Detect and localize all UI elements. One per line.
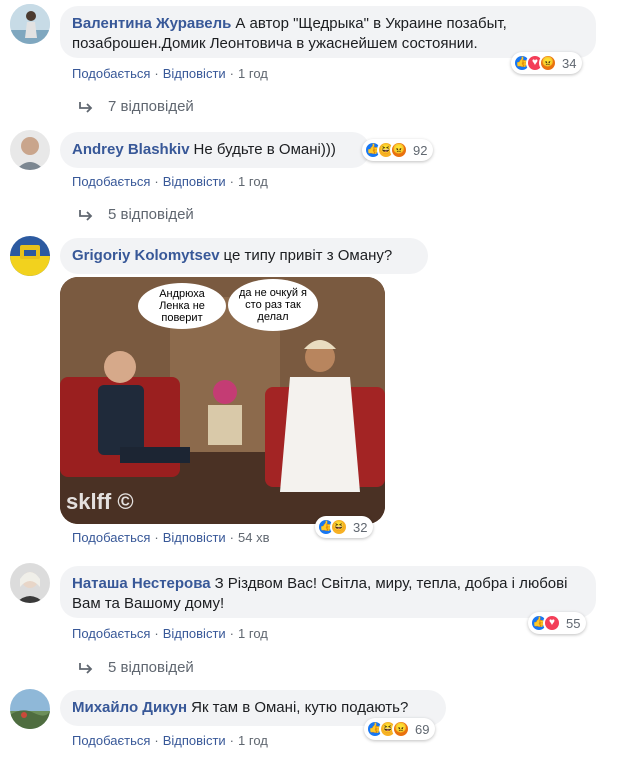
reply-arrow-icon [79, 209, 93, 221]
angry-reaction-icon: 😠 [539, 54, 557, 72]
meme-speech-bubble-left: Андрюха Ленка не поверит [138, 283, 226, 329]
comment-author[interactable]: Наташа Нестерова [72, 575, 211, 592]
reply-arrow-icon [79, 101, 93, 113]
meme-image[interactable]: Андрюха Ленка не поверит да не очкуй я с… [60, 277, 385, 524]
comment-time[interactable]: 1 год [238, 66, 268, 81]
reaction-count: 92 [413, 142, 428, 158]
reaction-count: 55 [566, 615, 581, 631]
reaction-count: 34 [562, 55, 577, 71]
like-link[interactable]: Подобається [72, 530, 150, 545]
comment-time[interactable]: 1 год [238, 733, 268, 748]
reaction-summary[interactable]: 👍 😆 😠 69 [364, 718, 436, 740]
comment-author[interactable]: Валентина Журавель [72, 15, 231, 32]
reply-link[interactable]: Відповісти [163, 733, 226, 748]
comment-bubble: Наташа Нестерова З Різдвом Вас! Світла, м… [60, 566, 596, 618]
comment-author[interactable]: Михайло Дикун [72, 699, 187, 716]
reaction-summary[interactable]: 👍 ♥ 😠 34 [511, 52, 583, 74]
reaction-summary[interactable]: 👍 😆 😠 92 [362, 139, 434, 161]
comment-time[interactable]: 54 хв [238, 530, 269, 545]
avatar[interactable] [10, 4, 50, 44]
reply-arrow-icon [79, 662, 93, 674]
comment-actions: Подобається · Відповісти · 1 год [72, 174, 268, 189]
reply-link[interactable]: Відповісти [163, 530, 226, 545]
angry-reaction-icon: 😠 [392, 720, 410, 738]
reply-link[interactable]: Відповісти [163, 626, 226, 641]
comment-author[interactable]: Grigoriy Kolomytsev [72, 247, 220, 264]
love-reaction-icon: ♥ [543, 614, 561, 632]
like-link[interactable]: Подобається [72, 174, 150, 189]
meme-speech-bubble-right: да не очкуй я сто раз так делал [228, 279, 318, 331]
reply-link[interactable]: Відповісти [163, 174, 226, 189]
comment-actions: Подобається · Відповісти · 54 хв [72, 530, 270, 545]
comment-text: це типу привіт з Оману? [223, 247, 393, 264]
comment-bubble: Grigoriy Kolomytsev це типу привіт з Оман… [60, 238, 428, 274]
avatar[interactable] [10, 689, 50, 729]
meme-watermark: sklff © [66, 489, 134, 514]
reaction-count: 69 [415, 721, 430, 737]
comment-actions: Подобається · Відповісти · 1 год [72, 626, 268, 641]
view-replies-link[interactable]: 5 відповідей [78, 659, 194, 676]
comment-text: Як там в Омані, кутю подають? [191, 699, 409, 716]
reaction-summary[interactable]: 👍 😆 32 [315, 516, 374, 538]
like-link[interactable]: Подобається [72, 626, 150, 641]
comment-time[interactable]: 1 год [238, 174, 268, 189]
avatar[interactable] [10, 563, 50, 603]
comment-bubble: Валентина Журавель А автор "Щедрыка" в Ук… [60, 6, 596, 58]
comment-author[interactable]: Andrey Blashkiv [72, 141, 190, 158]
replies-count[interactable]: 5 відповідей [108, 659, 194, 676]
comment-text: Не будьте в Омані))) [193, 141, 336, 158]
reaction-summary[interactable]: 👍 ♥ 55 [528, 612, 587, 634]
view-replies-link[interactable]: 7 відповідей [78, 98, 194, 115]
avatar[interactable] [10, 130, 50, 170]
view-replies-link[interactable]: 5 відповідей [78, 206, 194, 223]
avatar[interactable] [10, 236, 50, 276]
like-link[interactable]: Подобається [72, 66, 150, 81]
reaction-count: 32 [353, 519, 368, 535]
haha-reaction-icon: 😆 [330, 518, 348, 536]
reply-link[interactable]: Відповісти [163, 66, 226, 81]
comment-actions: Подобається · Відповісти · 1 год [72, 733, 268, 748]
comment-bubble: Andrey Blashkiv Не будьте в Омані))) [60, 132, 370, 168]
comment-actions: Подобається · Відповісти · 1 год [72, 66, 268, 81]
angry-reaction-icon: 😠 [390, 141, 408, 159]
replies-count[interactable]: 5 відповідей [108, 206, 194, 223]
replies-count[interactable]: 7 відповідей [108, 98, 194, 115]
comment-time[interactable]: 1 год [238, 626, 268, 641]
like-link[interactable]: Подобається [72, 733, 150, 748]
